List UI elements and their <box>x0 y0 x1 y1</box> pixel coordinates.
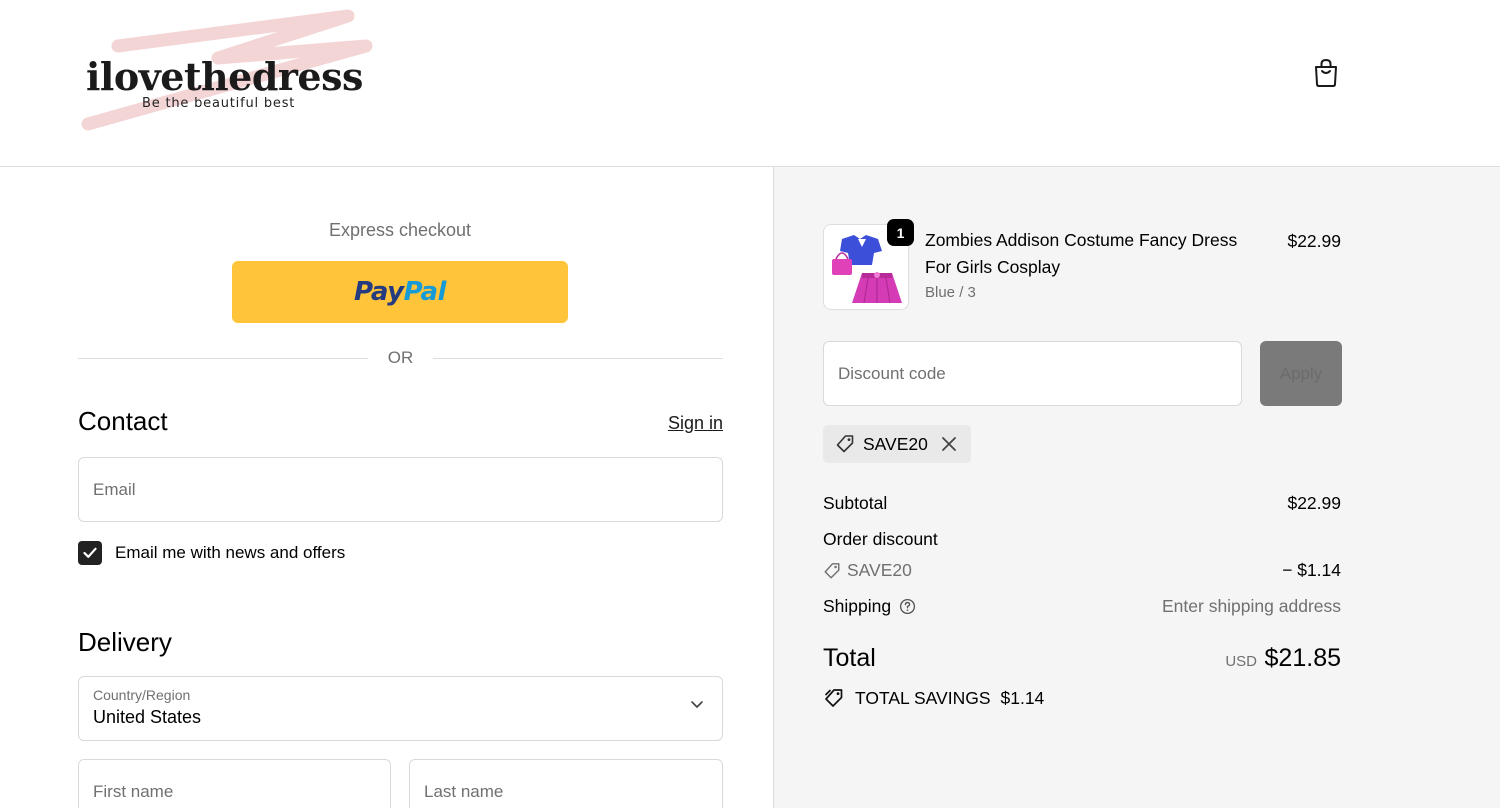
email-placeholder: Email <box>93 479 136 499</box>
sign-in-link[interactable]: Sign in <box>668 413 723 434</box>
header: ilovethedress Be the beautiful best <box>0 0 1500 167</box>
discount-amount: − $1.14 <box>1282 560 1341 580</box>
applied-discount-code: SAVE20 <box>863 434 928 454</box>
email-field[interactable]: Email <box>78 457 723 522</box>
shipping-value: Enter shipping address <box>1162 596 1341 616</box>
close-icon[interactable] <box>939 434 959 454</box>
summary-discount-code: SAVE20 <box>847 560 912 580</box>
total-label: Total <box>823 644 876 672</box>
savings-value: $1.14 <box>1000 687 1045 708</box>
shopping-bag-icon <box>1315 58 1337 87</box>
or-divider: OR <box>78 347 723 369</box>
savings-tag-icon <box>825 689 843 707</box>
shipping-label: Shipping <box>823 596 892 616</box>
total-currency: USD <box>1225 653 1257 670</box>
paypal-logo: PayPal <box>354 277 446 307</box>
product-name: Zombies Addison Costume Fancy Dress For … <box>925 230 1238 277</box>
newsletter-checkbox[interactable] <box>78 541 102 565</box>
checkout-form: Express checkout PayPal OR Contact Sign … <box>0 167 773 808</box>
discount-code-row: SAVE20 <box>823 560 912 581</box>
contact-title: Contact <box>78 406 168 436</box>
tag-icon <box>824 562 840 578</box>
discount-code-field[interactable]: Discount code <box>823 341 1242 406</box>
apply-button[interactable]: Apply <box>1260 341 1342 406</box>
product-variant: Blue / 3 <box>925 284 976 301</box>
quantity-badge: 1 <box>887 219 914 246</box>
country-value: United States <box>93 707 202 727</box>
brand-logo[interactable]: ilovethedress Be the beautiful best <box>78 8 378 132</box>
applied-discount-tag: SAVE20 <box>823 425 971 463</box>
subtotal-label: Subtotal <box>823 493 888 513</box>
savings-label: TOTAL SAVINGS <box>855 687 991 708</box>
order-discount-label: Order discount <box>823 529 938 549</box>
shipping-row: Shipping <box>823 596 916 617</box>
tag-icon <box>836 435 854 453</box>
newsletter-label: Email me with news and offers <box>115 543 346 562</box>
divider-line <box>433 358 723 359</box>
order-summary: 1 Zombies Addison Costume Fancy Dress Fo… <box>773 167 1500 808</box>
total-savings: TOTAL SAVINGS $1.14 <box>823 687 1044 709</box>
last-name-placeholder: Last name <box>424 781 504 801</box>
express-checkout-title: Express checkout <box>328 220 472 240</box>
checkmark-icon <box>83 547 97 558</box>
cart-button[interactable] <box>1310 57 1342 89</box>
total-value: $21.85 <box>1264 644 1341 672</box>
country-label: Country/Region <box>93 687 191 703</box>
first-name-placeholder: First name <box>93 781 174 801</box>
country-select[interactable]: Country/Region United States <box>78 676 723 741</box>
discount-code-placeholder: Discount code <box>838 363 946 383</box>
chevron-down-icon <box>691 701 703 708</box>
logo-wordmark: ilovethedress <box>86 54 363 99</box>
product-price: $22.99 <box>1287 231 1341 251</box>
delivery-title: Delivery <box>78 627 172 657</box>
subtotal-value: $22.99 <box>1287 493 1341 513</box>
logo-tagline: Be the beautiful best <box>142 96 296 111</box>
last-name-field[interactable]: Last name <box>409 759 723 808</box>
question-circle-icon[interactable] <box>899 598 916 615</box>
paypal-button[interactable]: PayPal <box>232 261 568 323</box>
first-name-field[interactable]: First name <box>78 759 391 808</box>
